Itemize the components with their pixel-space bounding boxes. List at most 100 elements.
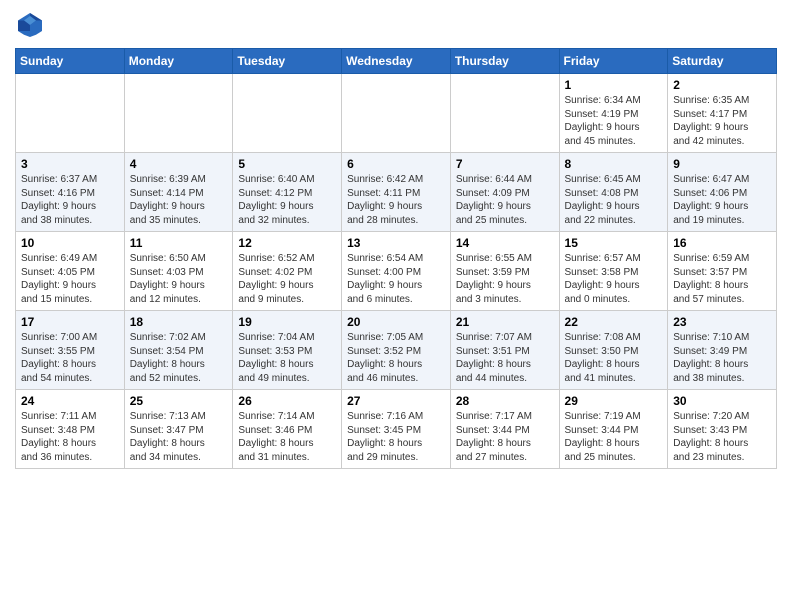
day-number: 16 [673, 236, 771, 250]
day-info: Sunrise: 6:50 AM Sunset: 4:03 PM Dayligh… [130, 252, 228, 306]
calendar-cell [450, 74, 559, 153]
day-info: Sunrise: 7:02 AM Sunset: 3:54 PM Dayligh… [130, 331, 228, 385]
weekday-header-thursday: Thursday [450, 49, 559, 74]
day-number: 20 [347, 315, 445, 329]
day-info: Sunrise: 7:08 AM Sunset: 3:50 PM Dayligh… [565, 331, 663, 385]
day-info: Sunrise: 6:42 AM Sunset: 4:11 PM Dayligh… [347, 173, 445, 227]
day-number: 18 [130, 315, 228, 329]
calendar-cell: 12 Sunrise: 6:52 AM Sunset: 4:02 PM Dayli… [233, 232, 342, 311]
day-info: Sunrise: 7:20 AM Sunset: 3:43 PM Dayligh… [673, 410, 771, 464]
calendar-cell: 23 Sunrise: 7:10 AM Sunset: 3:49 PM Dayli… [668, 311, 777, 390]
day-info: Sunrise: 7:05 AM Sunset: 3:52 PM Dayligh… [347, 331, 445, 385]
weekday-header-monday: Monday [124, 49, 233, 74]
calendar-cell: 3 Sunrise: 6:37 AM Sunset: 4:16 PM Daylig… [16, 153, 125, 232]
day-info: Sunrise: 6:34 AM Sunset: 4:19 PM Dayligh… [565, 94, 663, 148]
day-number: 30 [673, 394, 771, 408]
day-info: Sunrise: 7:13 AM Sunset: 3:47 PM Dayligh… [130, 410, 228, 464]
day-number: 14 [456, 236, 554, 250]
calendar-cell: 27 Sunrise: 7:16 AM Sunset: 3:45 PM Dayli… [342, 390, 451, 469]
calendar-cell: 26 Sunrise: 7:14 AM Sunset: 3:46 PM Dayli… [233, 390, 342, 469]
day-info: Sunrise: 7:00 AM Sunset: 3:55 PM Dayligh… [21, 331, 119, 385]
calendar-cell: 6 Sunrise: 6:42 AM Sunset: 4:11 PM Daylig… [342, 153, 451, 232]
weekday-header-saturday: Saturday [668, 49, 777, 74]
day-number: 2 [673, 78, 771, 92]
weekday-header-row: SundayMondayTuesdayWednesdayThursdayFrid… [16, 49, 777, 74]
day-info: Sunrise: 6:39 AM Sunset: 4:14 PM Dayligh… [130, 173, 228, 227]
calendar-cell: 7 Sunrise: 6:44 AM Sunset: 4:09 PM Daylig… [450, 153, 559, 232]
day-info: Sunrise: 6:45 AM Sunset: 4:08 PM Dayligh… [565, 173, 663, 227]
day-info: Sunrise: 7:11 AM Sunset: 3:48 PM Dayligh… [21, 410, 119, 464]
day-number: 22 [565, 315, 663, 329]
calendar-cell: 11 Sunrise: 6:50 AM Sunset: 4:03 PM Dayli… [124, 232, 233, 311]
day-info: Sunrise: 7:14 AM Sunset: 3:46 PM Dayligh… [238, 410, 336, 464]
day-info: Sunrise: 6:47 AM Sunset: 4:06 PM Dayligh… [673, 173, 771, 227]
header [15, 10, 777, 40]
day-info: Sunrise: 6:44 AM Sunset: 4:09 PM Dayligh… [456, 173, 554, 227]
weekday-header-friday: Friday [559, 49, 668, 74]
calendar-cell: 1 Sunrise: 6:34 AM Sunset: 4:19 PM Daylig… [559, 74, 668, 153]
day-number: 28 [456, 394, 554, 408]
day-number: 5 [238, 157, 336, 171]
day-number: 25 [130, 394, 228, 408]
day-number: 9 [673, 157, 771, 171]
calendar-cell: 21 Sunrise: 7:07 AM Sunset: 3:51 PM Dayli… [450, 311, 559, 390]
day-number: 6 [347, 157, 445, 171]
day-number: 24 [21, 394, 119, 408]
day-info: Sunrise: 7:04 AM Sunset: 3:53 PM Dayligh… [238, 331, 336, 385]
logo [15, 10, 49, 40]
day-info: Sunrise: 7:10 AM Sunset: 3:49 PM Dayligh… [673, 331, 771, 385]
calendar-cell: 5 Sunrise: 6:40 AM Sunset: 4:12 PM Daylig… [233, 153, 342, 232]
logo-icon [15, 10, 45, 40]
day-number: 21 [456, 315, 554, 329]
day-number: 12 [238, 236, 336, 250]
calendar-cell: 4Sunrise: 6:39 AM Sunset: 4:14 PM Daylig… [124, 153, 233, 232]
day-info: Sunrise: 6:37 AM Sunset: 4:16 PM Dayligh… [21, 173, 119, 227]
calendar-cell: 10 Sunrise: 6:49 AM Sunset: 4:05 PM Dayli… [16, 232, 125, 311]
weekday-header-sunday: Sunday [16, 49, 125, 74]
calendar-cell: 20 Sunrise: 7:05 AM Sunset: 3:52 PM Dayli… [342, 311, 451, 390]
day-number: 8 [565, 157, 663, 171]
day-number: 11 [130, 236, 228, 250]
weekday-header-tuesday: Tuesday [233, 49, 342, 74]
calendar-cell: 15Sunrise: 6:57 AM Sunset: 3:58 PM Dayli… [559, 232, 668, 311]
day-info: Sunrise: 7:16 AM Sunset: 3:45 PM Dayligh… [347, 410, 445, 464]
calendar-cell: 2Sunrise: 6:35 AM Sunset: 4:17 PM Daylig… [668, 74, 777, 153]
calendar-cell [124, 74, 233, 153]
week-row-5: 24 Sunrise: 7:11 AM Sunset: 3:48 PM Dayli… [16, 390, 777, 469]
calendar-cell: 30 Sunrise: 7:20 AM Sunset: 3:43 PM Dayli… [668, 390, 777, 469]
calendar-cell [16, 74, 125, 153]
calendar-cell: 22 Sunrise: 7:08 AM Sunset: 3:50 PM Dayli… [559, 311, 668, 390]
day-number: 10 [21, 236, 119, 250]
week-row-3: 10 Sunrise: 6:49 AM Sunset: 4:05 PM Dayli… [16, 232, 777, 311]
day-number: 26 [238, 394, 336, 408]
week-row-1: 1 Sunrise: 6:34 AM Sunset: 4:19 PM Daylig… [16, 74, 777, 153]
calendar-cell [233, 74, 342, 153]
day-info: Sunrise: 7:07 AM Sunset: 3:51 PM Dayligh… [456, 331, 554, 385]
day-info: Sunrise: 6:49 AM Sunset: 4:05 PM Dayligh… [21, 252, 119, 306]
calendar-cell: 9 Sunrise: 6:47 AM Sunset: 4:06 PM Daylig… [668, 153, 777, 232]
calendar-cell: 17Sunrise: 7:00 AM Sunset: 3:55 PM Dayli… [16, 311, 125, 390]
calendar-cell: 19 Sunrise: 7:04 AM Sunset: 3:53 PM Dayli… [233, 311, 342, 390]
calendar-cell: 8 Sunrise: 6:45 AM Sunset: 4:08 PM Daylig… [559, 153, 668, 232]
calendar-cell: 29Sunrise: 7:19 AM Sunset: 3:44 PM Dayli… [559, 390, 668, 469]
day-info: Sunrise: 6:52 AM Sunset: 4:02 PM Dayligh… [238, 252, 336, 306]
day-number: 19 [238, 315, 336, 329]
calendar-cell: 25 Sunrise: 7:13 AM Sunset: 3:47 PM Dayli… [124, 390, 233, 469]
weekday-header-wednesday: Wednesday [342, 49, 451, 74]
day-info: Sunrise: 6:55 AM Sunset: 3:59 PM Dayligh… [456, 252, 554, 306]
day-number: 23 [673, 315, 771, 329]
day-info: Sunrise: 6:54 AM Sunset: 4:00 PM Dayligh… [347, 252, 445, 306]
day-info: Sunrise: 7:19 AM Sunset: 3:44 PM Dayligh… [565, 410, 663, 464]
day-number: 27 [347, 394, 445, 408]
day-number: 1 [565, 78, 663, 92]
day-number: 13 [347, 236, 445, 250]
day-number: 3 [21, 157, 119, 171]
calendar-cell: 14 Sunrise: 6:55 AM Sunset: 3:59 PM Dayli… [450, 232, 559, 311]
calendar-cell: 28Sunrise: 7:17 AM Sunset: 3:44 PM Dayli… [450, 390, 559, 469]
day-number: 7 [456, 157, 554, 171]
calendar-cell: 13 Sunrise: 6:54 AM Sunset: 4:00 PM Dayli… [342, 232, 451, 311]
day-info: Sunrise: 6:57 AM Sunset: 3:58 PM Dayligh… [565, 252, 663, 306]
day-info: Sunrise: 6:40 AM Sunset: 4:12 PM Dayligh… [238, 173, 336, 227]
page: SundayMondayTuesdayWednesdayThursdayFrid… [0, 0, 792, 612]
week-row-4: 17Sunrise: 7:00 AM Sunset: 3:55 PM Dayli… [16, 311, 777, 390]
